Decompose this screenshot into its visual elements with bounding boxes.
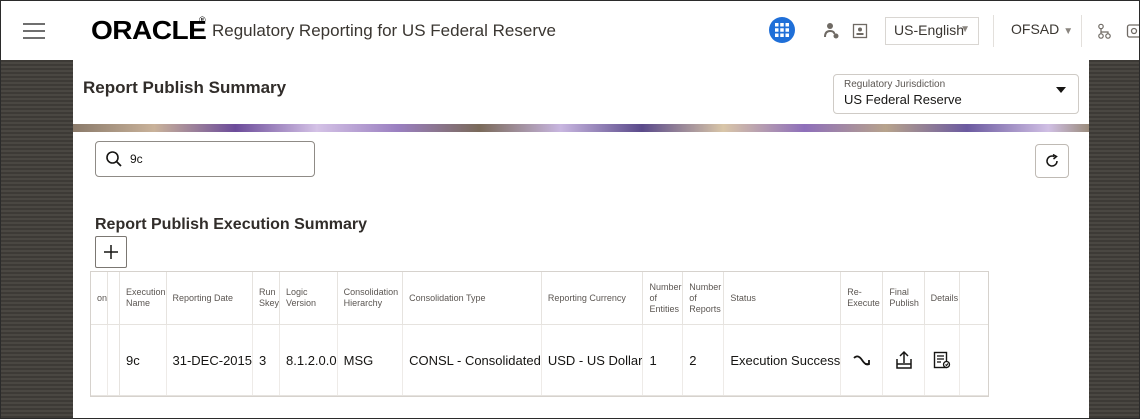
decorative-banner <box>73 124 1089 132</box>
cell-run-skey: 3 <box>252 324 281 396</box>
cell-reporting-date: 31-DEC-2015 <box>166 324 253 396</box>
cell-final-publish <box>882 324 925 396</box>
plus-icon <box>104 245 118 259</box>
oracle-logo: ORACLE <box>91 15 207 45</box>
refresh-button[interactable] <box>1035 144 1069 178</box>
language-value: US-English <box>894 22 965 38</box>
app-header: ORACLE ® Regulatory Reporting for US Fed… <box>1 1 1139 60</box>
registered-mark: ® <box>199 15 206 25</box>
chevron-down-icon: ▼ <box>1063 26 1074 37</box>
cell-consolidation-type: CONSL - Consolidated <box>402 324 542 396</box>
cell-number-of-entities: 1 <box>642 324 684 396</box>
table-header-row: on Execution Name Reporting Date Run Ske… <box>91 272 988 325</box>
cell-clipped <box>91 324 109 396</box>
hamburger-menu-icon[interactable] <box>23 23 47 39</box>
org-chart-icon[interactable] <box>1093 20 1115 42</box>
search-icon <box>106 151 122 167</box>
main-panel: Report Publish Summary Regulatory Jurisd… <box>73 60 1089 418</box>
cell-logic-version: 8.1.2.0.0 <box>279 324 338 396</box>
apps-grid-icon[interactable] <box>769 17 795 43</box>
column-header-number-of-entities[interactable]: Number of Entities <box>642 272 684 325</box>
row-selector-header <box>107 272 120 325</box>
cell-reporting-currency: USD - US Dollar <box>541 324 644 396</box>
cell-details <box>924 324 960 396</box>
header-divider <box>993 15 994 47</box>
table-row[interactable]: 9c 31-DEC-2015 3 8.1.2.0.0 MSG CONSL - C… <box>91 324 988 396</box>
column-header-spacer <box>959 272 988 325</box>
regulatory-jurisdiction-select[interactable]: Regulatory Jurisdiction US Federal Reser… <box>833 74 1079 114</box>
column-header-status[interactable]: Status <box>723 272 842 325</box>
search-field[interactable] <box>95 141 315 177</box>
app-title: Regulatory Reporting for US Federal Rese… <box>212 21 556 40</box>
column-header-number-of-reports[interactable]: Number of Reports <box>682 272 725 325</box>
cell-consolidation-hierarchy: MSG <box>337 324 404 396</box>
cell-spacer <box>959 324 988 396</box>
cell-execution-name: 9c <box>119 324 167 396</box>
user-icon[interactable] <box>821 20 843 42</box>
details-report-icon[interactable] <box>932 350 952 370</box>
column-header-consolidation-hierarchy[interactable]: Consolidation Hierarchy <box>337 272 404 325</box>
refresh-icon <box>1046 153 1058 167</box>
column-header-reexecute: Re- Execute <box>840 272 884 325</box>
section-title: Report Publish Execution Summary <box>95 216 368 233</box>
column-header-final-publish: Final Publish <box>882 272 925 325</box>
add-button[interactable] <box>95 236 127 268</box>
chevron-down-icon: ▼ <box>960 24 970 35</box>
page-title: Report Publish Summary <box>83 78 287 97</box>
column-header-clipped: on <box>91 272 109 325</box>
contact-card-icon[interactable] <box>849 20 871 42</box>
column-header-consolidation-type[interactable]: Consolidation Type <box>402 272 542 325</box>
clipped-icon[interactable] <box>1123 20 1139 42</box>
column-header-run-skey[interactable]: Run Skey <box>252 272 281 325</box>
column-header-logic-version[interactable]: Logic Version <box>279 272 338 325</box>
data-table: on Execution Name Reporting Date Run Ske… <box>91 272 988 396</box>
jurisdiction-value: US Federal Reserve <box>844 92 962 107</box>
user-menu[interactable]: OFSAD ▼ <box>1011 21 1073 39</box>
jurisdiction-label: Regulatory Jurisdiction <box>844 79 946 90</box>
user-name: OFSAD <box>1011 21 1060 37</box>
header-divider <box>1081 15 1082 47</box>
execution-summary-table: on Execution Name Reporting Date Run Ske… <box>90 271 989 397</box>
cell-status: Execution Success <box>723 324 842 396</box>
reexecute-icon[interactable] <box>852 350 872 370</box>
column-header-details: Details <box>924 272 960 325</box>
column-header-reporting-date[interactable]: Reporting Date <box>166 272 253 325</box>
column-header-execution-name[interactable]: Execution Name <box>119 272 167 325</box>
row-selector[interactable] <box>107 324 120 396</box>
caret-down-icon <box>1056 87 1066 93</box>
upload-icon[interactable] <box>894 350 914 370</box>
search-input[interactable] <box>130 150 300 168</box>
language-select[interactable]: US-English ▼ <box>885 17 979 45</box>
cell-number-of-reports: 2 <box>682 324 725 396</box>
cell-reexecute <box>840 324 884 396</box>
column-header-reporting-currency[interactable]: Reporting Currency <box>541 272 644 325</box>
app-window: ORACLE ® Regulatory Reporting for US Fed… <box>0 0 1140 419</box>
